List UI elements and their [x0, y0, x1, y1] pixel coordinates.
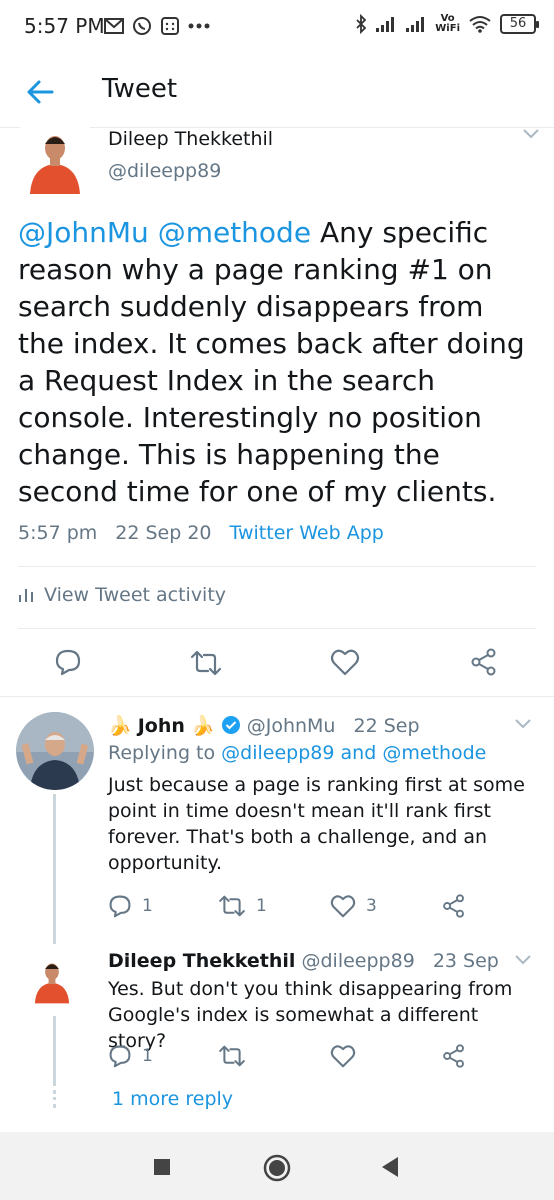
divider: [0, 696, 554, 697]
thread-line: [53, 794, 56, 944]
system-nav-bar: [0, 1132, 554, 1200]
divider: [18, 628, 536, 629]
mention-link[interactable]: @methode: [382, 742, 486, 764]
reply-text: Yes. But don't you think disappearing fr…: [108, 978, 513, 1052]
reply-date: 22 Sep: [353, 715, 420, 737]
retweet-action[interactable]: 1: [218, 895, 267, 917]
like-icon[interactable]: [330, 1044, 356, 1068]
like-count: 3: [366, 896, 377, 916]
chevron-down-icon[interactable]: [514, 954, 532, 966]
thread-line: [53, 1016, 56, 1086]
back-arrow-icon[interactable]: [22, 74, 58, 110]
top-app-bar: Tweet: [0, 56, 554, 128]
bluetooth-icon: [356, 14, 367, 34]
tweet-date: 22 Sep 20: [115, 522, 212, 544]
recents-icon[interactable]: [153, 1158, 171, 1176]
retweet-count: 1: [256, 896, 267, 916]
reply-icon[interactable]: [54, 648, 82, 676]
chevron-down-icon[interactable]: [514, 718, 532, 730]
reply-author-name[interactable]: John: [138, 715, 185, 737]
tweet-body: Any specific reason why a page ranking #…: [18, 216, 525, 508]
share-icon[interactable]: [442, 894, 466, 918]
avatar[interactable]: [16, 712, 94, 790]
reply-count: 1: [142, 1046, 153, 1066]
battery-indicator: 56: [500, 14, 539, 34]
like-icon[interactable]: [330, 648, 360, 676]
view-tweet-activity[interactable]: View Tweet activity: [18, 584, 226, 606]
reply-author-name[interactable]: Dileep Thekkethil: [108, 950, 295, 972]
avatar[interactable]: [20, 126, 90, 194]
wifi-icon: [469, 16, 491, 33]
chevron-down-icon[interactable]: [522, 128, 540, 140]
whatsapp-icon: [133, 17, 151, 35]
retweet-icon[interactable]: [190, 650, 222, 676]
status-bar: 5:57 PM Vo WiFi 56: [0, 0, 554, 56]
reply-action[interactable]: 1: [108, 1044, 153, 1068]
reply-header: 🍌 John 🍌 @JohnMu 22 Sep: [108, 714, 420, 737]
more-replies-link[interactable]: 1 more reply: [112, 1088, 233, 1110]
vowifi-indicator: Vo WiFi: [435, 13, 460, 34]
retweet-icon: [219, 895, 245, 917]
like-action[interactable]: 3: [330, 894, 377, 918]
reply-header: Dileep Thekkethil @dileepp89 23 Sep: [108, 950, 499, 972]
reply-icon: [109, 1045, 131, 1068]
tweet-text: @JohnMu @methode Any specific reason why…: [18, 214, 538, 510]
banana-emoji: 🍌: [108, 715, 132, 737]
view-tweet-activity-label: View Tweet activity: [44, 584, 227, 606]
share-icon[interactable]: [470, 648, 498, 676]
reply-author-handle[interactable]: @dileepp89: [302, 950, 415, 972]
reply-count: 1: [142, 896, 153, 916]
mention-link[interactable]: @methode: [158, 216, 311, 249]
gmail-icon: [104, 18, 124, 34]
tweet-time: 5:57 pm: [18, 522, 98, 544]
avatar[interactable]: [28, 956, 76, 1004]
thread-more-dots: [53, 1090, 56, 1108]
divider: [18, 566, 536, 567]
system-icons: Vo WiFi 56: [355, 13, 539, 34]
share-icon[interactable]: [442, 1044, 466, 1068]
status-time: 5:57 PM: [24, 14, 105, 38]
mention-link[interactable]: @dileepp89: [221, 742, 334, 764]
notification-icons: [104, 16, 210, 36]
reply-author-handle[interactable]: @JohnMu: [247, 715, 336, 737]
back-icon[interactable]: [380, 1156, 400, 1178]
tweet-meta: 5:57 pm 22 Sep 20 Twitter Web App: [18, 522, 384, 544]
bar-chart-icon: [19, 589, 33, 602]
signal-icon-2: [406, 17, 425, 32]
verified-badge-icon: [221, 716, 240, 734]
banana-emoji: 🍌: [190, 715, 215, 737]
reply-date: 23 Sep: [432, 950, 499, 972]
page-title: Tweet: [102, 74, 178, 104]
retweet-icon[interactable]: [218, 1045, 246, 1067]
mention-link[interactable]: @JohnMu: [18, 216, 149, 249]
author-handle[interactable]: @dileepp89: [108, 160, 221, 182]
tweet-source-link[interactable]: Twitter Web App: [230, 522, 384, 544]
author-name[interactable]: Dileep Thekkethil: [108, 128, 273, 150]
reply-icon: [109, 895, 131, 918]
like-icon: [330, 895, 356, 918]
replying-to: Replying to @dileepp89 and @methode: [108, 742, 487, 764]
more-notifications-icon: [188, 23, 210, 29]
signal-icon: [376, 17, 395, 32]
reply-action[interactable]: 1: [108, 894, 153, 918]
reply-text: Just because a page is ranking first at …: [108, 774, 525, 874]
home-icon[interactable]: [263, 1154, 291, 1182]
calculator-icon: [161, 17, 179, 35]
